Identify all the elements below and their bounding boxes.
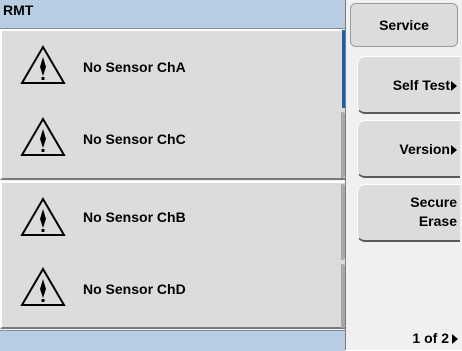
warning-triangle-icon [20, 267, 66, 306]
next-page-arrow-icon [452, 334, 458, 344]
submenu-arrow-icon [451, 81, 457, 91]
version-softkey[interactable]: Version [357, 120, 460, 178]
channel-message: No Sensor ChC [83, 131, 186, 147]
warning-triangle-icon [20, 197, 66, 236]
remote-indicator: RMT [3, 2, 34, 18]
self-test-softkey[interactable]: Self Test [357, 56, 460, 114]
channel-message: No Sensor ChD [83, 281, 186, 297]
softkey-label-line1: Secure [410, 194, 457, 210]
measurement-window-upper[interactable]: No Sensor ChA No Sensor ChC [0, 29, 345, 180]
bottom-status-bar [0, 330, 345, 351]
channel-row-c: No Sensor ChC [2, 103, 342, 173]
page-label: 1 of 2 [412, 330, 449, 346]
measurement-window-lower[interactable]: No Sensor ChB No Sensor ChD [0, 181, 345, 329]
warning-triangle-icon [20, 117, 66, 156]
instrument-screen: RMT No Sensor ChA No Sensor ChC No Senso… [0, 0, 462, 351]
softkey-menu-title: Service [350, 3, 458, 47]
channel-row-b: No Sensor ChB [2, 183, 342, 253]
softkey-label-line2: Erase [418, 213, 457, 229]
channel-message: No Sensor ChB [83, 209, 186, 225]
channel-message: No Sensor ChA [83, 59, 186, 75]
softkey-label: Version [399, 141, 450, 157]
submenu-arrow-icon [451, 145, 457, 155]
menu-title-label: Service [379, 17, 429, 33]
channel-row-a: No Sensor ChA [2, 31, 342, 101]
status-bar: RMT [0, 0, 345, 29]
menu-page-indicator[interactable]: 1 of 2 [412, 330, 458, 346]
channel-row-d: No Sensor ChD [2, 253, 342, 323]
warning-triangle-icon [20, 45, 66, 84]
secure-erase-softkey[interactable]: Secure Erase [357, 184, 460, 242]
softkey-label: Self Test [392, 77, 450, 93]
